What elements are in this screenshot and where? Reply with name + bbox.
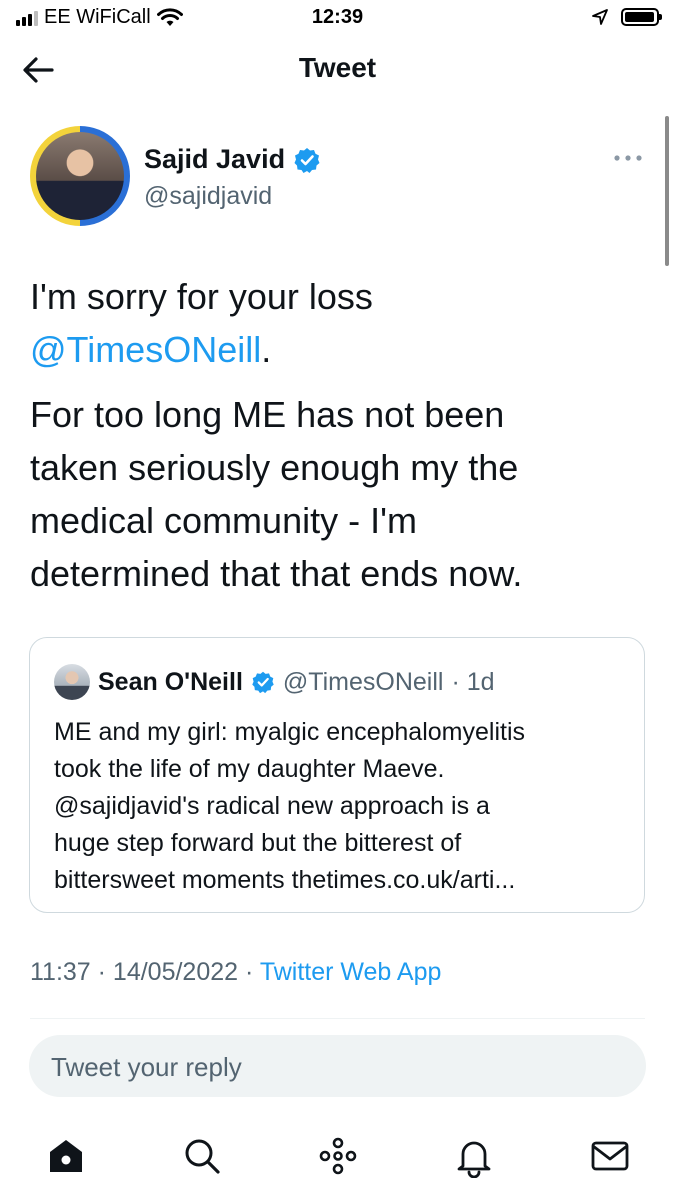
verified-badge-icon	[294, 147, 320, 173]
search-icon	[185, 1139, 220, 1174]
page-title: Tweet	[298, 52, 377, 83]
tab-home[interactable]	[44, 1134, 88, 1178]
quoted-tweet-card[interactable]: Sean O'Neill @TimesONeill · 1d ME and my…	[29, 637, 645, 913]
quoted-tweet-text: ME and my girl: myalgic encephalomyeliti…	[54, 714, 634, 899]
quoted-author-handle: @TimesONeill	[282, 667, 444, 696]
notifications-icon	[457, 1141, 491, 1179]
quoted-line: huge step forward but the bitterest of	[54, 829, 462, 857]
tweet-timestamp: 11:37 · 14/05/2022 ·	[30, 958, 260, 986]
scrollbar[interactable]	[665, 116, 669, 266]
tweet-line: taken seriously enough my the	[30, 447, 519, 488]
tab-bar	[0, 1120, 675, 1200]
tab-notifications[interactable]	[452, 1134, 496, 1179]
messages-icon	[591, 1141, 629, 1171]
quoted-author-avatar	[54, 664, 90, 700]
reply-placeholder: Tweet your reply	[51, 1052, 242, 1082]
reply-input[interactable]: Tweet your reply	[29, 1035, 646, 1097]
battery-icon	[621, 8, 662, 26]
status-right	[591, 8, 662, 26]
mention-link[interactable]: @TimesONeill	[30, 329, 261, 370]
author-name-text: Sajid Javid	[144, 144, 286, 174]
quoted-author-name: Sean O'Neill	[98, 667, 243, 696]
nav-header: Tweet	[0, 40, 675, 100]
tweet-paragraph-2: For too long ME has not been taken serio…	[30, 388, 640, 600]
tab-spaces[interactable]	[316, 1134, 360, 1178]
quoted-line: ME and my girl: myalgic encephalomyeliti…	[54, 718, 526, 746]
spaces-icon	[319, 1137, 357, 1175]
more-options-button[interactable]	[611, 148, 645, 168]
author-handle[interactable]: @sajidjavid	[144, 182, 272, 211]
tweet-line: medical community - I'm	[30, 500, 417, 541]
tweet-source-link[interactable]: Twitter Web App	[260, 958, 442, 986]
tweet-paragraph-1: I'm sorry for your loss @TimesONeill.	[30, 270, 640, 376]
tweet-line: determined that that ends now.	[30, 553, 523, 594]
tweet-text: I'm sorry for your loss @TimesONeill. For…	[30, 270, 640, 600]
quoted-line: bittersweet moments thetimes.co.uk/arti.…	[54, 866, 516, 894]
verified-badge-icon	[252, 671, 274, 694]
avatar-photo	[36, 132, 124, 220]
divider	[30, 1018, 645, 1019]
quoted-tweet-header: Sean O'Neill @TimesONeill · 1d	[54, 664, 495, 700]
home-icon	[50, 1140, 82, 1172]
quoted-line: @sajidjavid's radical new approach is a	[54, 792, 490, 820]
avatar[interactable]	[30, 126, 130, 226]
status-bar: EE WiFiCall 12:39	[0, 0, 675, 40]
tweet-author: Sajid Javid @sajidjavid	[30, 126, 645, 226]
quoted-tweet-age: · 1d	[451, 667, 495, 696]
battery-fill	[625, 12, 654, 22]
tab-messages[interactable]	[588, 1134, 632, 1178]
tab-search[interactable]	[180, 1134, 224, 1178]
tweet-text-suffix: .	[261, 329, 272, 370]
tweet-meta: 11:37 · 14/05/2022 · Twitter Web App	[30, 958, 441, 987]
status-time: 12:39	[311, 6, 364, 28]
author-name[interactable]: Sajid Javid	[144, 144, 321, 175]
tweet-line: For too long ME has not been	[30, 394, 505, 435]
tweet-text-prefix: I'm sorry for your loss	[30, 276, 373, 317]
location-arrow-icon	[592, 9, 608, 25]
more-horizontal-icon	[614, 155, 642, 161]
quoted-line: took the life of my daughter Maeve.	[54, 755, 445, 783]
